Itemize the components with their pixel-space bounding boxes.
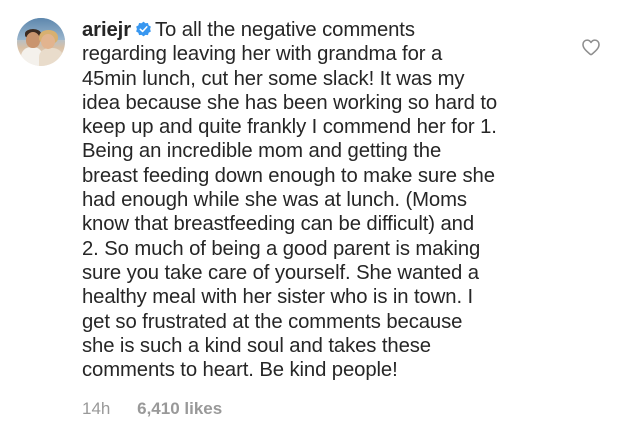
comment-text-line: 45min lunch, cut her some slack! It was …	[82, 67, 465, 90]
comment-text-line: get so frustrated at the comments becaus…	[82, 310, 463, 333]
comment: ariejr To all the negative comments regar…	[0, 0, 634, 435]
comment-text-line: keep up and quite frankly I commend her …	[82, 116, 497, 139]
verified-badge-icon	[136, 21, 151, 37]
comment-body: ariejr To all the negative comments regar…	[82, 18, 552, 382]
comment-text-line: 2. So much of being a good parent is mak…	[82, 237, 481, 260]
likes-count[interactable]: 6,410 likes	[137, 399, 222, 418]
comment-text-line: breast feeding down enough to make sure …	[82, 164, 495, 187]
comment-text-line: know that breastfeeding can be difficult…	[82, 213, 474, 236]
comment-text-line: healthy meal with her sister who is in t…	[82, 286, 474, 309]
avatar[interactable]	[17, 18, 65, 66]
heart-outline-icon[interactable]	[581, 38, 601, 56]
comment-text-line: had enough while she was at lunch. (Moms	[82, 189, 467, 212]
comment-text-line: To all the negative comments	[155, 19, 415, 41]
comment-meta: 14h 6,410 likes	[82, 398, 222, 420]
comment-text-line: regarding leaving her with grandma for a	[82, 43, 443, 66]
username-link[interactable]: ariejr	[82, 19, 131, 41]
comment-text-line: idea because she has been working so har…	[82, 91, 498, 114]
timestamp[interactable]: 14h	[82, 399, 110, 418]
comment-text-line: sure you take care of yourself. She want…	[82, 261, 479, 284]
comment-text-line: comments to heart. Be kind people!	[82, 359, 398, 382]
comment-text-line: she is such a kind soul and takes these	[82, 334, 431, 357]
comment-text-line: Being an incredible mom and getting the	[82, 140, 442, 163]
comment-line: ariejr To all the negative comments	[82, 18, 552, 42]
